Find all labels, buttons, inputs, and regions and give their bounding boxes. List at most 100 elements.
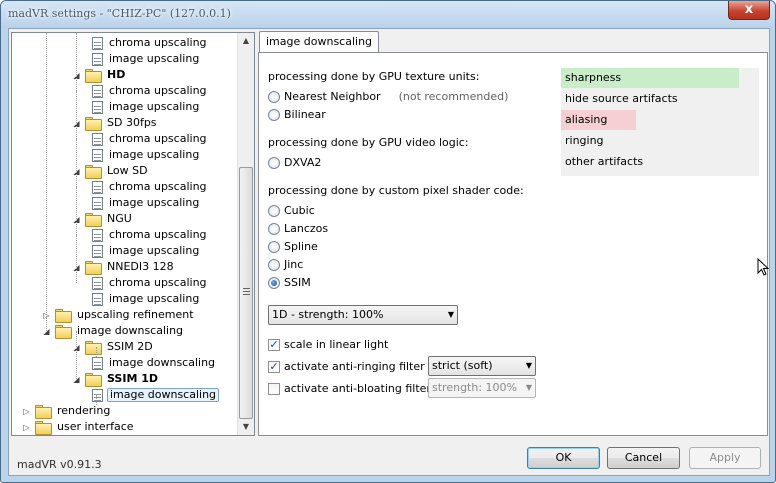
settings-tree: chroma upscaling image upscaling ◢ HD chroma… bbox=[11, 32, 255, 436]
anti-ringing-dropdown[interactable]: strict (soft) ▼ bbox=[428, 356, 536, 376]
document-icon bbox=[92, 196, 103, 210]
tab-image-downscaling[interactable]: image downscaling bbox=[259, 31, 380, 53]
tree-item-label: image downscaling bbox=[107, 388, 220, 402]
tree-item[interactable]: image downscaling bbox=[92, 387, 220, 403]
linear-light-checkbox[interactable]: ✓ bbox=[268, 338, 280, 351]
tree-item-label: image downscaling bbox=[109, 356, 216, 369]
tree-item[interactable]: ◢ SD 30fps bbox=[72, 115, 159, 131]
linear-light-label: scale in linear light bbox=[284, 338, 389, 351]
tree-item[interactable]: ◢ Low SD bbox=[72, 163, 150, 179]
tree-item[interactable]: image downscaling bbox=[92, 355, 217, 371]
tree-item-label: image downscaling bbox=[77, 324, 184, 337]
document-icon bbox=[92, 356, 103, 370]
radio-cubic[interactable]: Cubic bbox=[268, 204, 315, 217]
radio-spline-circle[interactable] bbox=[268, 240, 280, 253]
radio-nearest-neighbor-circle[interactable] bbox=[268, 90, 280, 103]
tree-item[interactable]: ▷ upscaling refinement bbox=[42, 307, 196, 323]
radio-cubic-circle[interactable] bbox=[268, 204, 280, 217]
scroll-thumb[interactable] bbox=[239, 167, 253, 419]
tree-item[interactable]: ◢ HD bbox=[72, 67, 127, 83]
tree-item[interactable]: chroma upscaling bbox=[92, 83, 209, 99]
dxva2-label: DXVA2 bbox=[284, 156, 322, 169]
gpu-video-label: processing done by GPU video logic: bbox=[268, 136, 469, 149]
radio-dxva2-circle[interactable] bbox=[268, 156, 280, 169]
cubic-label: Cubic bbox=[284, 204, 315, 217]
radio-lanczos[interactable]: Lanczos bbox=[268, 222, 328, 235]
tree-item-label: NGU bbox=[107, 212, 132, 225]
folder-icon bbox=[85, 69, 102, 83]
tree-item[interactable]: chroma upscaling bbox=[92, 35, 209, 51]
tree-item[interactable]: ◢ SSIM 1D bbox=[72, 371, 160, 387]
tree-item[interactable]: ◢ NGU bbox=[72, 211, 134, 227]
checkbox-anti-ringing[interactable]: ✓ activate anti-ringing filter bbox=[268, 360, 425, 373]
tree-item[interactable]: chroma upscaling bbox=[92, 179, 209, 195]
quality-legend: sharpness hide source artifacts aliasing… bbox=[561, 68, 759, 176]
radio-jinc-circle[interactable] bbox=[268, 258, 280, 271]
anti-bloating-checkbox[interactable] bbox=[268, 382, 280, 395]
tree-item[interactable]: ◢ SSIM 2D bbox=[72, 339, 155, 355]
checkbox-anti-bloating[interactable]: activate anti-bloating filter bbox=[268, 382, 431, 395]
tree-item[interactable]: chroma upscaling bbox=[92, 131, 209, 147]
tree-item-label: upscaling refinement bbox=[77, 308, 194, 321]
tree-item[interactable]: image upscaling bbox=[92, 195, 201, 211]
cancel-button[interactable]: Cancel bbox=[607, 447, 680, 469]
tree-item[interactable]: image upscaling bbox=[92, 51, 201, 67]
checkbox-linear-light[interactable]: ✓ scale in linear light bbox=[268, 338, 388, 351]
bilinear-label: Bilinear bbox=[284, 108, 326, 121]
tree-item[interactable]: image upscaling bbox=[92, 243, 201, 259]
shader-label: processing done by custom pixel shader c… bbox=[268, 184, 524, 197]
chevron-down-icon: ▼ bbox=[447, 310, 454, 319]
scroll-down-icon[interactable]: ▼ bbox=[238, 419, 254, 435]
folder-icon bbox=[35, 405, 52, 419]
tree-item-label: chroma upscaling bbox=[109, 132, 207, 145]
tree-item-label: image upscaling bbox=[109, 292, 200, 305]
close-button[interactable]: x bbox=[728, 1, 770, 20]
strength-dropdown[interactable]: 1D - strength: 100% ▼ bbox=[268, 305, 458, 325]
apply-button: Apply bbox=[689, 447, 761, 469]
tree-item[interactable]: chroma upscaling bbox=[92, 227, 209, 243]
tab-strip: image downscaling bbox=[256, 29, 768, 53]
radio-bilinear[interactable]: Bilinear bbox=[268, 108, 326, 121]
tree-item[interactable]: chroma upscaling bbox=[92, 275, 209, 291]
tree-item-label: image upscaling bbox=[109, 148, 200, 161]
anti-bloating-label: activate anti-bloating filter bbox=[284, 382, 431, 395]
legend-label: sharpness bbox=[565, 71, 622, 84]
tree-connector bbox=[76, 235, 77, 283]
tree-item[interactable]: image upscaling bbox=[92, 147, 201, 163]
legend-row-ringing: ringing bbox=[561, 131, 759, 151]
document-icon bbox=[92, 100, 103, 114]
legend-label: other artifacts bbox=[565, 155, 644, 168]
radio-ssim[interactable]: SSIM bbox=[268, 276, 311, 289]
radio-spline[interactable]: Spline bbox=[268, 240, 318, 253]
radio-ssim-circle[interactable] bbox=[268, 276, 280, 289]
legend-label: ringing bbox=[565, 134, 604, 147]
ok-button[interactable]: OK bbox=[527, 447, 600, 469]
scroll-up-icon[interactable]: ▲ bbox=[238, 33, 254, 49]
tree-item-label: HD bbox=[107, 68, 126, 81]
radio-jinc[interactable]: Jinc bbox=[268, 258, 303, 271]
legend-label: hide source artifacts bbox=[565, 92, 678, 105]
title-bar[interactable]: madVR settings - "CHIZ-PC" (127.0.0.1) x bbox=[1, 1, 775, 28]
tree-item-label: chroma upscaling bbox=[109, 84, 207, 97]
tree-item[interactable]: image upscaling bbox=[92, 99, 201, 115]
anti-ringing-checkbox[interactable]: ✓ bbox=[268, 360, 280, 373]
tree-item-label: chroma upscaling bbox=[109, 228, 207, 241]
radio-bilinear-circle[interactable] bbox=[268, 108, 280, 121]
tree-item-label: chroma upscaling bbox=[109, 180, 207, 193]
tree-item[interactable]: ◢ image downscaling bbox=[42, 323, 185, 339]
folder-icon bbox=[85, 165, 102, 179]
window-title: madVR settings - "CHIZ-PC" (127.0.0.1) bbox=[8, 7, 231, 20]
document-icon bbox=[92, 388, 103, 402]
tree-connector bbox=[96, 395, 97, 405]
expand-icon[interactable]: ▷ bbox=[22, 423, 31, 432]
tree-scrollbar[interactable]: ▲ ▼ bbox=[237, 33, 254, 435]
radio-lanczos-circle[interactable] bbox=[268, 222, 280, 235]
radio-nearest-neighbor[interactable]: Nearest Neighbor (not recommended) bbox=[268, 90, 508, 103]
folder-icon bbox=[55, 325, 72, 339]
radio-dxva2[interactable]: DXVA2 bbox=[268, 156, 321, 169]
expand-icon[interactable]: ▷ bbox=[22, 407, 31, 416]
tree-item[interactable]: ▷ user interface bbox=[22, 419, 136, 435]
tree-item[interactable]: image upscaling bbox=[92, 291, 201, 307]
tree-item[interactable]: ◢ NNEDI3 128 bbox=[72, 259, 176, 275]
tree-item[interactable]: ▷ rendering bbox=[22, 403, 112, 419]
